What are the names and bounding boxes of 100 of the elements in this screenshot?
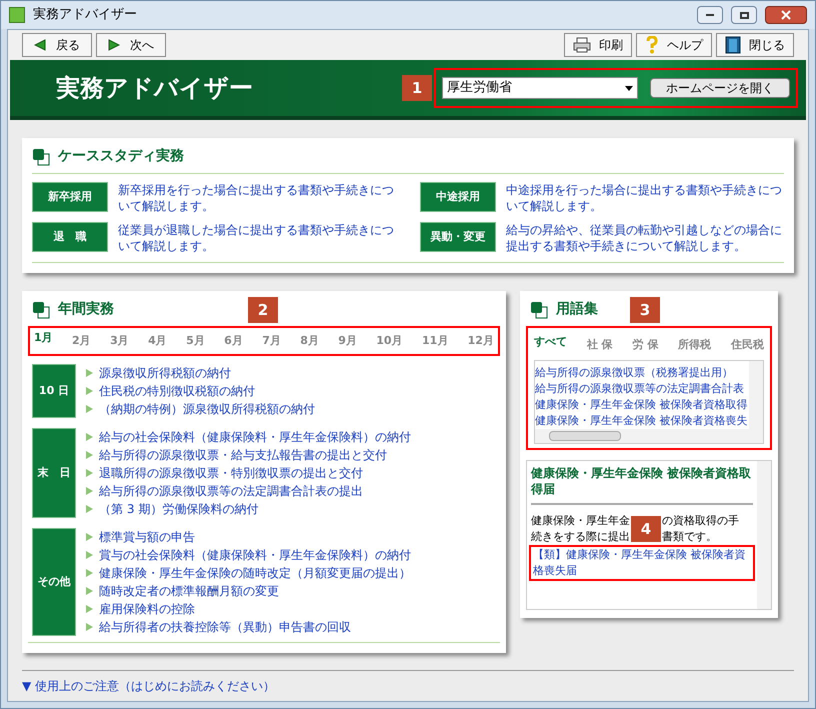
triangle-bullet-icon	[86, 405, 93, 413]
triangle-bullet-icon	[86, 451, 93, 459]
section-title: ケーススタディ実務	[58, 147, 184, 166]
month-tab[interactable]: 12月	[468, 332, 494, 350]
horizontal-scrollbar[interactable]	[535, 429, 763, 443]
squares-icon	[32, 300, 50, 318]
day-label: その他	[32, 528, 76, 636]
term-title: 健康保険・厚生年金保険 被保険者資格取得届	[531, 465, 753, 505]
category-button[interactable]: 退 職	[32, 222, 108, 252]
month-tab[interactable]: 8月	[300, 332, 319, 350]
task-link[interactable]: 給与の社会保険料（健康保険料・厚生年金保険料）の納付	[99, 428, 411, 446]
category-description: 新卒採用を行った場合に提出する書類や手続きについて解説します。	[118, 182, 395, 214]
month-tab[interactable]: 9月	[338, 332, 357, 350]
number-badge: 2	[248, 297, 278, 323]
open-homepage-button[interactable]: ホームページを開く	[650, 78, 790, 98]
task-link[interactable]: 源泉徴収所得税額の納付	[99, 364, 231, 382]
triangle-bullet-icon	[86, 533, 93, 541]
month-tab[interactable]: 5月	[186, 332, 205, 350]
category-description: 中途採用を行った場合に提出する書類や手続きについて解説します。	[506, 182, 783, 214]
usage-notes-link[interactable]: ▼ 使用上のご注意（はじめにお読みください）	[22, 679, 276, 693]
triangle-bullet-icon	[86, 551, 93, 559]
task-link[interactable]: （納期の特例）源泉徴収所得税額の納付	[99, 400, 315, 418]
task-link[interactable]: 住民税の特別徴収税額の納付	[99, 382, 255, 400]
task-link[interactable]: 給与所得者の扶養控除等（異動）申告書の回収	[99, 618, 351, 636]
triangle-bullet-icon	[86, 605, 93, 613]
left-arrow-icon	[34, 39, 46, 51]
printer-icon	[573, 37, 591, 53]
triangle-bullet-icon	[86, 433, 93, 441]
month-tab[interactable]: 4月	[148, 332, 167, 350]
close-icon	[781, 10, 791, 20]
category-description: 従業員が退職した場合に提出する書類や手続きについて解説します。	[118, 222, 395, 254]
maximize-button[interactable]	[731, 6, 757, 24]
glossary-tab[interactable]: 住民税	[731, 337, 764, 354]
task-link[interactable]: （第 3 期）労働保険料の納付	[99, 500, 258, 518]
term-link[interactable]: 給与所得の源泉徴収票（税務署提出用）	[535, 365, 749, 381]
task-link[interactable]: 随時改定者の標準報酬月額の変更	[99, 582, 279, 600]
right-arrow-icon	[108, 39, 120, 51]
task-link[interactable]: 給与所得の源泉徴収票等の法定調書合計表の提出	[99, 482, 363, 500]
window-title: 実務アドバイザー	[33, 6, 138, 24]
description-text: 健康保険・厚生年金	[531, 513, 630, 529]
task-link[interactable]: 健康保険・厚生年金保険の随時改定（月額変更届の提出）	[99, 564, 411, 582]
glossary-tab[interactable]: すべて	[534, 334, 567, 350]
month-tab[interactable]: 2月	[72, 332, 91, 350]
description-text: 続きをする際に提出	[531, 529, 630, 545]
task-link[interactable]: 退職所得の源泉徴収票・特別徴収票の提出と交付	[99, 464, 363, 482]
toolbar-button[interactable]: 印刷	[564, 33, 632, 57]
triangle-bullet-icon	[86, 469, 93, 477]
nav-button[interactable]: 次へ	[96, 33, 166, 57]
minimize-button[interactable]	[697, 6, 723, 24]
month-tab[interactable]: 10月	[376, 332, 403, 350]
triangle-bullet-icon	[86, 569, 93, 577]
question-mark-icon	[645, 36, 659, 54]
squares-icon	[32, 148, 50, 166]
number-badge: 1	[402, 75, 432, 101]
door-icon	[725, 36, 741, 54]
description-text: 書類です。	[662, 529, 717, 545]
glossary-tab[interactable]: 労 保	[632, 337, 658, 354]
month-tab[interactable]: 11月	[422, 332, 448, 350]
caret-icon	[625, 86, 633, 90]
vertical-scrollbar[interactable]	[757, 461, 771, 609]
term-link[interactable]: 健康保険・厚生年金保険 被保険者資格喪失	[535, 413, 749, 429]
category-button[interactable]: 新卒採用	[32, 182, 108, 212]
glossary-tab[interactable]: 所得税	[678, 337, 712, 354]
triangle-bullet-icon	[86, 623, 93, 631]
day-label: 末 日	[32, 428, 76, 518]
term-link[interactable]: 給与所得の源泉徴収票等の法定調書合計表	[535, 381, 749, 397]
term-link[interactable]: 健康保険・厚生年金保険 被保険者資格取得	[535, 397, 749, 413]
month-tab[interactable]: 7月	[262, 332, 281, 350]
task-link[interactable]: 標準賞与額の申告	[99, 528, 195, 546]
source-dropdown[interactable]: 厚生労働省	[442, 77, 638, 99]
squares-icon	[530, 300, 548, 318]
category-button[interactable]: 中途採用	[420, 182, 496, 212]
task-link[interactable]: 雇用保険料の控除	[99, 600, 195, 618]
month-tab[interactable]: 1月	[34, 330, 53, 346]
banner-title: 実務アドバイザー	[56, 73, 254, 104]
triangle-bullet-icon	[86, 505, 93, 513]
triangle-bullet-icon	[86, 587, 93, 595]
nav-button[interactable]: 戻る	[22, 33, 92, 57]
category-button[interactable]: 異動・変更	[420, 222, 496, 252]
month-tab[interactable]: 3月	[110, 332, 129, 350]
number-badge: 3	[630, 297, 660, 323]
app-icon	[9, 7, 25, 23]
section-title: 年間実務	[58, 300, 114, 319]
section-title: 用語集	[556, 300, 598, 319]
task-link[interactable]: 賞与の社会保険料（健康保険料・厚生年金保険料）の納付	[99, 546, 411, 564]
triangle-bullet-icon	[86, 487, 93, 495]
category-description: 給与の昇給や、従業員の転勤や引越しなどの場合に提出する書類や手続きについて解説します。	[506, 222, 783, 254]
close-button[interactable]	[765, 6, 807, 24]
vertical-scrollbar[interactable]	[749, 361, 763, 429]
description-text: の資格取得の手	[662, 513, 739, 529]
month-tab[interactable]: 6月	[224, 332, 243, 350]
toolbar-button[interactable]: 閉じる	[716, 33, 794, 57]
day-label: 10 日	[32, 364, 76, 418]
toolbar-button[interactable]: ヘルプ	[636, 33, 712, 57]
number-badge: 4	[631, 516, 661, 542]
glossary-tab[interactable]: 社 保	[586, 337, 613, 354]
triangle-bullet-icon	[86, 387, 93, 395]
related-term-link[interactable]: 【類】健康保険・厚生年金保険 被保険者資格喪失届	[533, 547, 751, 579]
task-link[interactable]: 給与所得の源泉徴収票・給与支払報告書の提出と交付	[99, 446, 387, 464]
triangle-bullet-icon	[86, 369, 93, 377]
